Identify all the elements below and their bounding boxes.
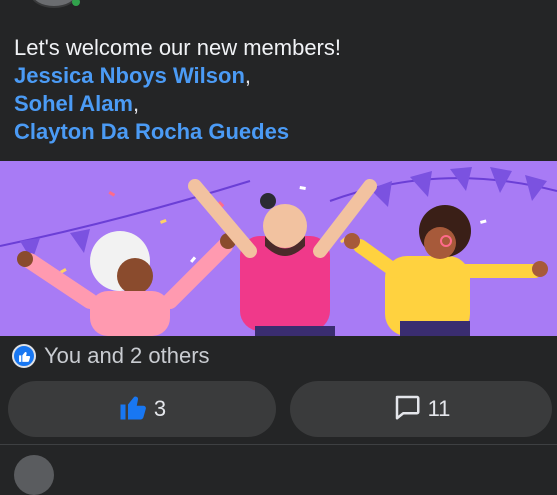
- like-count: 3: [153, 396, 167, 421]
- thumbs-up-icon: [118, 392, 148, 427]
- mention-link[interactable]: Jessica Nboys Wilson: [14, 63, 245, 88]
- like-button[interactable]: 3: [8, 381, 276, 437]
- mention-line-3: Clayton Da Rocha Guedes: [14, 118, 341, 146]
- comment-bubble-icon: [392, 392, 422, 427]
- comment-button[interactable]: 11: [290, 381, 552, 437]
- celebration-illustration: [0, 161, 557, 336]
- post-body: Let's welcome our new members! Jessica N…: [14, 34, 341, 146]
- mention-separator: ,: [244, 63, 252, 88]
- mention-link[interactable]: Clayton Da Rocha Guedes: [14, 119, 289, 144]
- comment-count: 11: [427, 396, 451, 421]
- mention-line-2: Sohel Alam,: [14, 90, 341, 118]
- mention-separator: ,: [133, 91, 140, 116]
- poster-avatar[interactable]: [30, 0, 78, 8]
- next-post-avatar[interactable]: [14, 455, 54, 495]
- welcome-banner-image[interactable]: [0, 161, 557, 336]
- reactions-summary[interactable]: You and 2 others: [12, 341, 210, 371]
- post-intro-text: Let's welcome our new members!: [14, 35, 341, 60]
- mention-link[interactable]: Sohel Alam: [14, 91, 133, 116]
- post-divider: [0, 444, 557, 445]
- online-status-dot: [72, 0, 80, 6]
- thumbs-up-icon: [12, 344, 36, 368]
- mention-line-1: Jessica Nboys Wilson,: [14, 62, 341, 90]
- reactions-summary-text: You and 2 others: [44, 343, 210, 368]
